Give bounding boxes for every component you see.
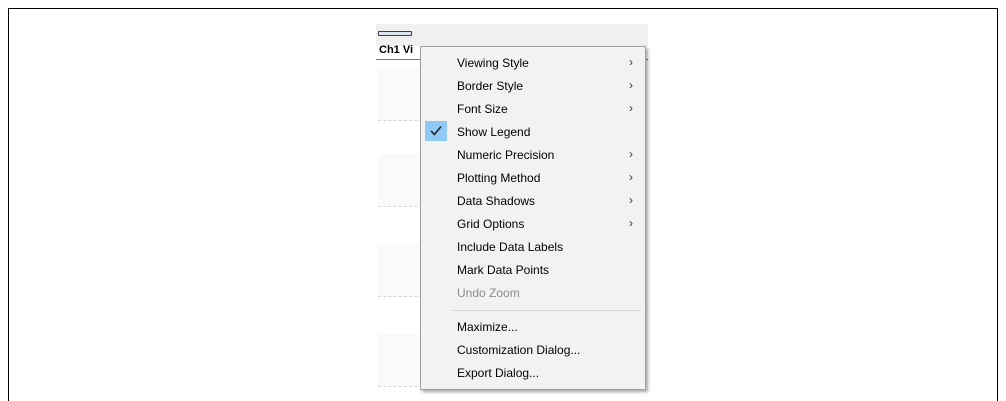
chevron-right-icon: › — [629, 193, 633, 207]
context-menu: Viewing Style › Border Style › Font Size… — [420, 46, 646, 390]
menu-item-include-data-labels[interactable]: Include Data Labels — [423, 235, 643, 258]
menu-item-data-shadows[interactable]: Data Shadows › — [423, 189, 643, 212]
menu-item-label: Viewing Style — [457, 56, 529, 70]
menu-item-label: Mark Data Points — [457, 263, 550, 277]
menu-item-label: Show Legend — [457, 125, 531, 139]
menu-item-show-legend[interactable]: Show Legend — [423, 120, 643, 143]
menu-item-label: Maximize... — [457, 320, 518, 334]
menu-item-label: Undo Zoom — [457, 286, 520, 300]
chevron-right-icon: › — [629, 216, 633, 230]
menu-item-label: Include Data Labels — [457, 240, 564, 254]
chevron-right-icon: › — [629, 147, 633, 161]
chevron-right-icon: › — [629, 101, 633, 115]
menu-item-font-size[interactable]: Font Size › — [423, 97, 643, 120]
menu-item-label: Numeric Precision — [457, 148, 555, 162]
chart-toolbar — [376, 24, 648, 46]
menu-item-viewing-style[interactable]: Viewing Style › — [423, 51, 643, 74]
menu-item-customization-dialog[interactable]: Customization Dialog... — [423, 338, 643, 361]
chevron-right-icon: › — [629, 78, 633, 92]
menu-item-label: Data Shadows — [457, 194, 536, 208]
menu-item-mark-data-points[interactable]: Mark Data Points — [423, 258, 643, 281]
drag-handle-icon[interactable] — [378, 31, 412, 36]
menu-item-label: Plotting Method — [457, 171, 541, 185]
checkmark-icon — [425, 121, 447, 141]
chevron-right-icon: › — [629, 55, 633, 69]
menu-item-label: Border Style — [457, 79, 524, 93]
menu-item-plotting-method[interactable]: Plotting Method › — [423, 166, 643, 189]
menu-item-grid-options[interactable]: Grid Options › — [423, 212, 643, 235]
menu-item-maximize[interactable]: Maximize... — [423, 315, 643, 338]
menu-item-border-style[interactable]: Border Style › — [423, 74, 643, 97]
menu-item-undo-zoom: Undo Zoom — [423, 281, 643, 304]
menu-item-label: Export Dialog... — [457, 366, 540, 380]
chevron-right-icon: › — [629, 170, 633, 184]
menu-item-numeric-precision[interactable]: Numeric Precision › — [423, 143, 643, 166]
menu-item-label: Font Size — [457, 102, 508, 116]
chart-title: Ch1 Vi — [379, 44, 414, 56]
menu-item-label: Grid Options — [457, 217, 525, 231]
menu-item-label: Customization Dialog... — [457, 343, 581, 357]
menu-separator — [451, 310, 641, 311]
menu-item-export-dialog[interactable]: Export Dialog... — [423, 361, 643, 384]
